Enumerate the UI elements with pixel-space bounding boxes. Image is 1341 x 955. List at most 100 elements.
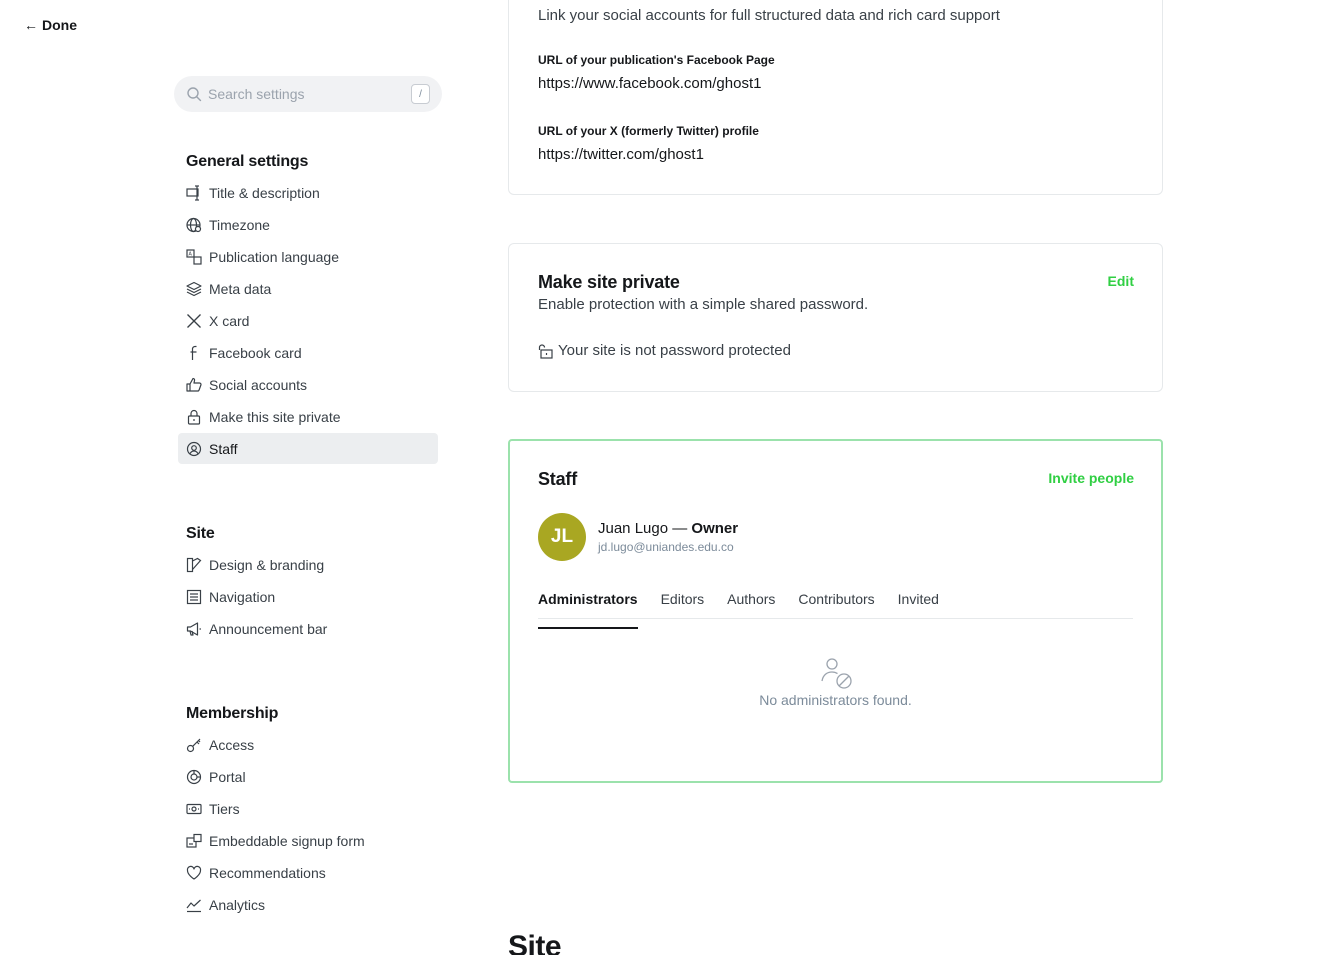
sidebar-item-facebook-card[interactable]: Facebook card: [178, 337, 438, 368]
nav-heading-site: Site: [186, 525, 215, 542]
globe-icon: [186, 217, 202, 232]
sidebar-item-tiers[interactable]: Tiers: [178, 793, 438, 824]
sidebar-item-label: Design & branding: [209, 556, 325, 573]
empty-state: No administrators found.: [510, 656, 1161, 708]
sidebar-item-meta-data[interactable]: Meta data: [178, 273, 438, 304]
sidebar-item-analytics[interactable]: Analytics: [178, 889, 438, 920]
search-bar[interactable]: /: [174, 76, 442, 112]
sidebar-item-label: Tiers: [209, 800, 240, 817]
sidebar-item-label: Access: [209, 736, 255, 753]
sidebar-item-portal[interactable]: Portal: [178, 761, 438, 792]
owner-name: Juan Lugo: [598, 520, 669, 537]
sidebar-item-label: Title & description: [209, 184, 320, 201]
sidebar-item-label: Analytics: [209, 896, 266, 913]
nav-group-general: General settings Title & description Tim…: [178, 153, 438, 465]
password-status-text: Your site is not password protected: [558, 342, 791, 359]
lock-icon: [187, 409, 201, 425]
sidebar-item-timezone[interactable]: Timezone: [178, 209, 438, 240]
tab-editors[interactable]: Editors: [661, 591, 705, 618]
sidebar-item-announcement-bar[interactable]: Announcement bar: [178, 613, 438, 644]
private-card-description: Enable protection with a simple shared p…: [538, 296, 869, 313]
sidebar-item-embeddable-signup-form[interactable]: Embeddable signup form: [178, 825, 438, 856]
sidebar-item-navigation[interactable]: Navigation: [178, 581, 438, 612]
sidebar-item-label: Timezone: [209, 216, 270, 233]
sidebar-item-label: Embeddable signup form: [209, 832, 365, 849]
sidebar-item-label: Staff: [209, 440, 238, 457]
tab-invited[interactable]: Invited: [898, 591, 939, 618]
sidebar-item-label: Navigation: [209, 588, 276, 605]
megaphone-icon: [186, 621, 201, 636]
edit-button[interactable]: Edit: [1108, 273, 1134, 289]
facebook-icon: [190, 345, 197, 360]
tab-contributors[interactable]: Contributors: [798, 591, 874, 618]
twitter-url-label: URL of your X (formerly Twitter) profile: [538, 124, 759, 138]
staff-card: Staff Invite people JL Juan Lugo — Owner…: [508, 439, 1163, 783]
owner-name-line: Juan Lugo — Owner: [598, 520, 738, 537]
search-icon: [187, 87, 202, 102]
sidebar-item-title-description[interactable]: Title & description: [178, 177, 438, 208]
portal-icon: [186, 769, 202, 784]
sidebar-item-label: Publication language: [209, 248, 339, 265]
analytics-icon: [186, 899, 201, 912]
nav-group-site: Site Design & branding Navigation Announ…: [178, 525, 438, 645]
sidebar-item-recommendations[interactable]: Recommendations: [178, 857, 438, 888]
language-icon: A: [186, 248, 202, 265]
sidebar-item-label: Recommendations: [209, 864, 326, 881]
owner-separator: —: [668, 520, 692, 537]
tab-administrators[interactable]: Administrators: [538, 591, 638, 629]
owner-email: jd.lugo@uniandes.edu.co: [598, 540, 734, 554]
sidebar-item-access[interactable]: Access: [178, 729, 438, 760]
facebook-url-value[interactable]: https://www.facebook.com/ghost1: [538, 75, 761, 92]
facebook-url-label: URL of your publication's Facebook Page: [538, 53, 775, 67]
sidebar-item-label: Announcement bar: [209, 620, 328, 637]
sidebar-item-label: Social accounts: [209, 376, 308, 393]
password-status: Your site is not password protected: [538, 342, 791, 359]
social-accounts-card: Link your social accounts for full struc…: [508, 0, 1163, 195]
section-heading-site: Site: [508, 930, 562, 955]
owner-row[interactable]: JL Juan Lugo — Owner jd.lugo@uniandes.ed…: [538, 513, 738, 561]
search-input[interactable]: [208, 86, 411, 102]
staff-icon: [186, 441, 202, 456]
tiers-icon: [186, 803, 202, 814]
search-shortcut-hint: /: [411, 84, 430, 104]
unlock-icon: [538, 343, 553, 359]
nav-heading-membership: Membership: [186, 705, 279, 722]
invite-people-button[interactable]: Invite people: [1048, 470, 1134, 486]
done-label: Done: [42, 17, 77, 33]
title-icon: [186, 184, 199, 201]
staff-tabs: Administrators Editors Authors Contribut…: [538, 591, 1133, 629]
sidebar-item-label: Facebook card: [209, 344, 302, 361]
social-accounts-description: Link your social accounts for full struc…: [538, 7, 1000, 24]
sidebar-item-design-branding[interactable]: Design & branding: [178, 549, 438, 580]
nav-heading-general: General settings: [186, 153, 309, 170]
tab-authors[interactable]: Authors: [727, 591, 775, 618]
private-card-title: Make site private: [538, 272, 680, 292]
empty-state-message: No administrators found.: [759, 692, 912, 708]
heart-icon: [186, 865, 202, 880]
x-icon: [187, 313, 201, 328]
avatar: JL: [538, 513, 586, 561]
arrow-left-icon: ←: [24, 17, 38, 33]
brush-icon: [186, 557, 202, 572]
sidebar-item-label: X card: [209, 312, 250, 329]
sidebar-item-staff[interactable]: Staff: [178, 433, 438, 464]
key-icon: [186, 738, 201, 752]
sidebar-item-x-card[interactable]: X card: [178, 305, 438, 336]
no-users-icon: [820, 658, 852, 689]
make-site-private-card: Make site private Edit Enable protection…: [508, 243, 1163, 392]
done-button[interactable]: ← Done: [24, 17, 77, 33]
sidebar-item-make-private[interactable]: Make this site private: [178, 401, 438, 432]
staff-card-title: Staff: [538, 469, 577, 489]
sidebar-item-label: Portal: [209, 768, 246, 785]
sidebar-item-label: Meta data: [209, 280, 272, 297]
thumbs-up-icon: [186, 377, 202, 392]
layers-icon: [186, 281, 202, 296]
twitter-url-value[interactable]: https://twitter.com/ghost1: [538, 146, 704, 163]
nav-group-membership: Membership Access Portal Tiers Embeddabl…: [178, 705, 438, 921]
owner-role: Owner: [691, 520, 739, 537]
navigation-icon: [186, 589, 202, 604]
sidebar-item-social-accounts[interactable]: Social accounts: [178, 369, 438, 400]
sidebar-item-publication-language[interactable]: A Publication language: [178, 241, 438, 272]
sidebar-item-label: Make this site private: [209, 408, 341, 425]
signup-form-icon: [186, 833, 202, 848]
